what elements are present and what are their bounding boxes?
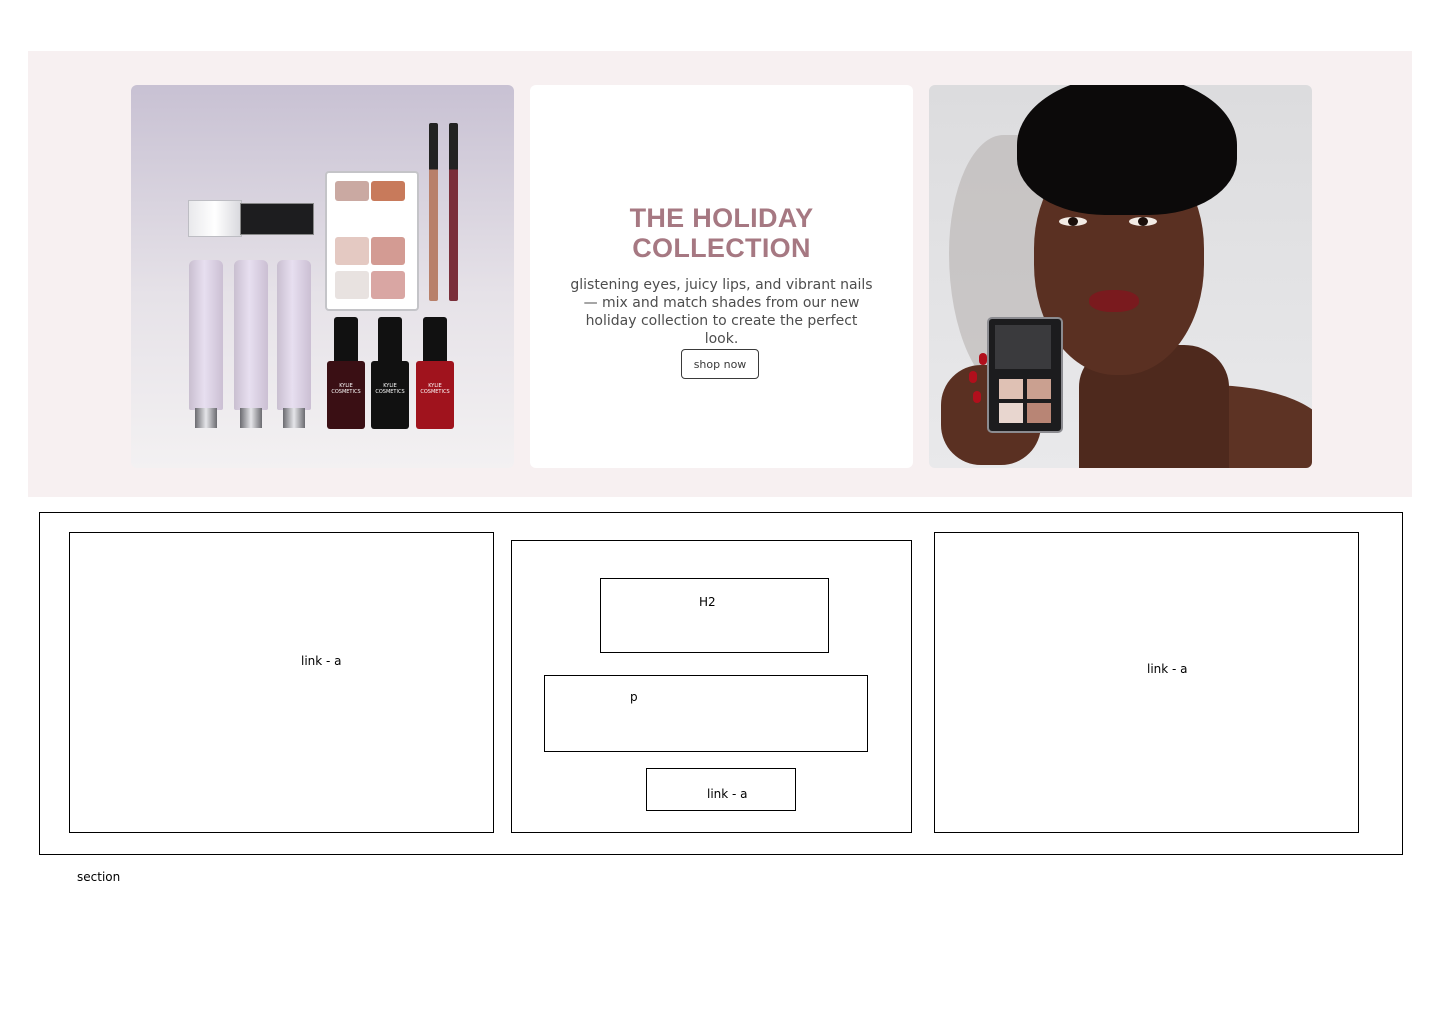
- lip-liner-pencil: [429, 123, 438, 301]
- holiday-text-card: THE HOLIDAY COLLECTION glistening eyes, …: [530, 85, 913, 468]
- lip-gloss-tube: [234, 260, 268, 428]
- wireframe-h2-label: H2: [699, 595, 716, 609]
- wireframe-section-label: section: [77, 870, 121, 884]
- wireframe-right-link-label: link - a: [1147, 662, 1188, 676]
- eyeshadow-palette: [325, 171, 419, 311]
- nail-polish-bottle: KYLIE COSMETICS: [327, 317, 365, 429]
- title-line-1: THE HOLIDAY: [629, 203, 814, 233]
- wireframe-p-box: [544, 675, 868, 752]
- holiday-description: glistening eyes, juicy lips, and vibrant…: [570, 277, 873, 347]
- model-lips: [1089, 290, 1139, 312]
- holiday-title: THE HOLIDAY COLLECTION: [530, 203, 913, 263]
- wireframe-h2-box: [600, 578, 829, 653]
- red-nail: [979, 353, 987, 365]
- products-image-link[interactable]: KYLIE COSMETICS KYLIE COSMETICS KYLIE CO…: [131, 85, 514, 468]
- nail-polish-bottle: KYLIE COSMETICS: [416, 317, 454, 429]
- title-line-2: COLLECTION: [632, 233, 811, 263]
- serum-cap: [188, 200, 242, 237]
- shop-now-button[interactable]: shop now: [681, 349, 759, 379]
- red-nail: [973, 391, 981, 403]
- model-hair: [1017, 85, 1237, 215]
- wireframe-left-link-label: link - a: [301, 654, 342, 668]
- serum-bottle: [240, 203, 314, 235]
- model-eye: [1059, 217, 1087, 226]
- model-eye: [1129, 217, 1157, 226]
- nail-polish-label: KYLIE COSMETICS: [375, 383, 405, 395]
- model-image-link[interactable]: [929, 85, 1312, 468]
- nail-polish-bottle: KYLIE COSMETICS: [371, 317, 409, 429]
- nail-polish-label: KYLIE COSMETICS: [331, 383, 361, 395]
- wireframe-left-link-box: [69, 532, 494, 833]
- wireframe-right-link-box: [934, 532, 1359, 833]
- eyeshadow-compact: [987, 317, 1063, 433]
- nail-polish-label: KYLIE COSMETICS: [420, 383, 450, 395]
- lip-gloss-tube: [189, 260, 223, 428]
- lip-gloss-tube: [277, 260, 311, 428]
- lip-liner-pencil: [449, 123, 458, 301]
- red-nail: [969, 371, 977, 383]
- holiday-banner: KYLIE COSMETICS KYLIE COSMETICS KYLIE CO…: [28, 51, 1412, 497]
- wireframe-button-link-label: link - a: [707, 787, 748, 801]
- wireframe-p-label: p: [630, 690, 638, 704]
